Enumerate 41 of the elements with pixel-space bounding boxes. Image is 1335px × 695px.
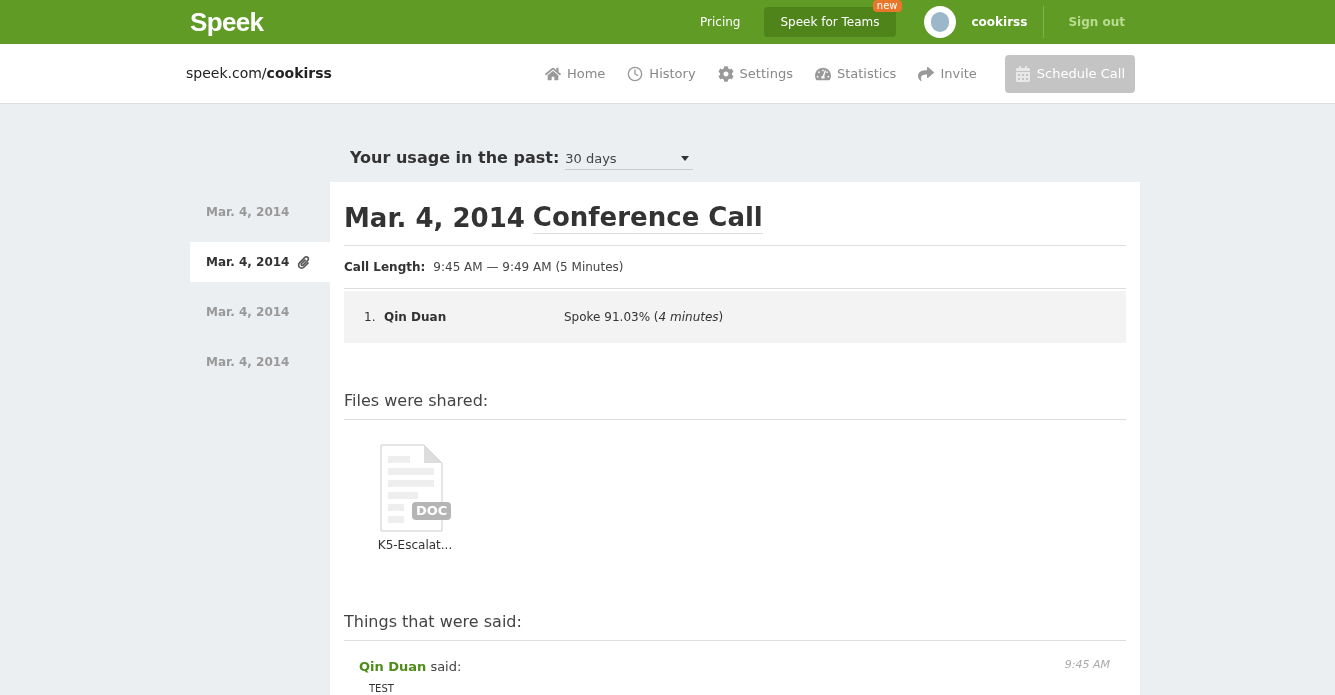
gauge-icon — [814, 65, 831, 82]
call-date-item[interactable]: Mar. 4, 2014 — [190, 192, 330, 232]
call-date-item[interactable]: Mar. 4, 2014 — [190, 242, 330, 282]
call-date-item[interactable]: Mar. 4, 2014 — [190, 292, 330, 332]
call-length: 9:45 AM — 9:49 AM (5 Minutes) — [433, 259, 624, 276]
new-badge: new — [872, 0, 902, 12]
calendar-icon — [1014, 65, 1031, 82]
call-date-heading: Mar. 4, 2014 — [344, 205, 525, 231]
nav-link[interactable]: Statistics — [814, 63, 897, 84]
participant-name: Qin Duan — [384, 309, 448, 326]
said-heading: Things that were said: — [344, 610, 1126, 641]
files-heading: Files were shared: — [344, 389, 1126, 420]
nav-link[interactable]: Invite — [918, 63, 977, 84]
share-arrow-icon — [918, 65, 935, 82]
file-name[interactable]: K5-Escalat... — [377, 536, 453, 554]
nav-link[interactable]: History — [627, 63, 696, 84]
gear-icon — [717, 65, 734, 82]
home-icon — [544, 65, 561, 82]
call-date-item[interactable]: Mar. 4, 2014 — [190, 342, 330, 382]
sign-out-link[interactable]: Sign out — [1068, 13, 1125, 31]
message-text: TEST — [368, 681, 395, 695]
participant-number: 1. — [364, 309, 377, 326]
username[interactable]: cookirss — [971, 13, 1028, 31]
nav-link[interactable]: Home — [544, 63, 606, 84]
top-link[interactable]: Pricing — [684, 7, 757, 37]
profile-url[interactable]: speek.com/cookirss — [186, 63, 332, 84]
message-verb: said: — [430, 658, 462, 676]
call-title[interactable]: Conference Call — [532, 204, 763, 234]
message-author[interactable]: Qin Duan — [359, 657, 427, 677]
speaking-share: Spoke 91.03% (4 minutes) — [564, 309, 724, 326]
paperclip-icon — [297, 255, 311, 269]
caret-icon — [681, 155, 690, 161]
logo[interactable]: Speek — [190, 9, 264, 35]
message-time: 9:45 AM — [1064, 657, 1110, 673]
usage-label: Your usage in the past: — [350, 147, 560, 169]
period-dropdown[interactable]: 30 days — [565, 148, 694, 170]
call-length-label: Call Length: — [344, 259, 426, 276]
avatar — [923, 6, 956, 38]
nav-link[interactable]: Settings — [717, 63, 793, 84]
file-type-label: DOC — [412, 502, 452, 520]
clock-icon — [627, 65, 644, 82]
